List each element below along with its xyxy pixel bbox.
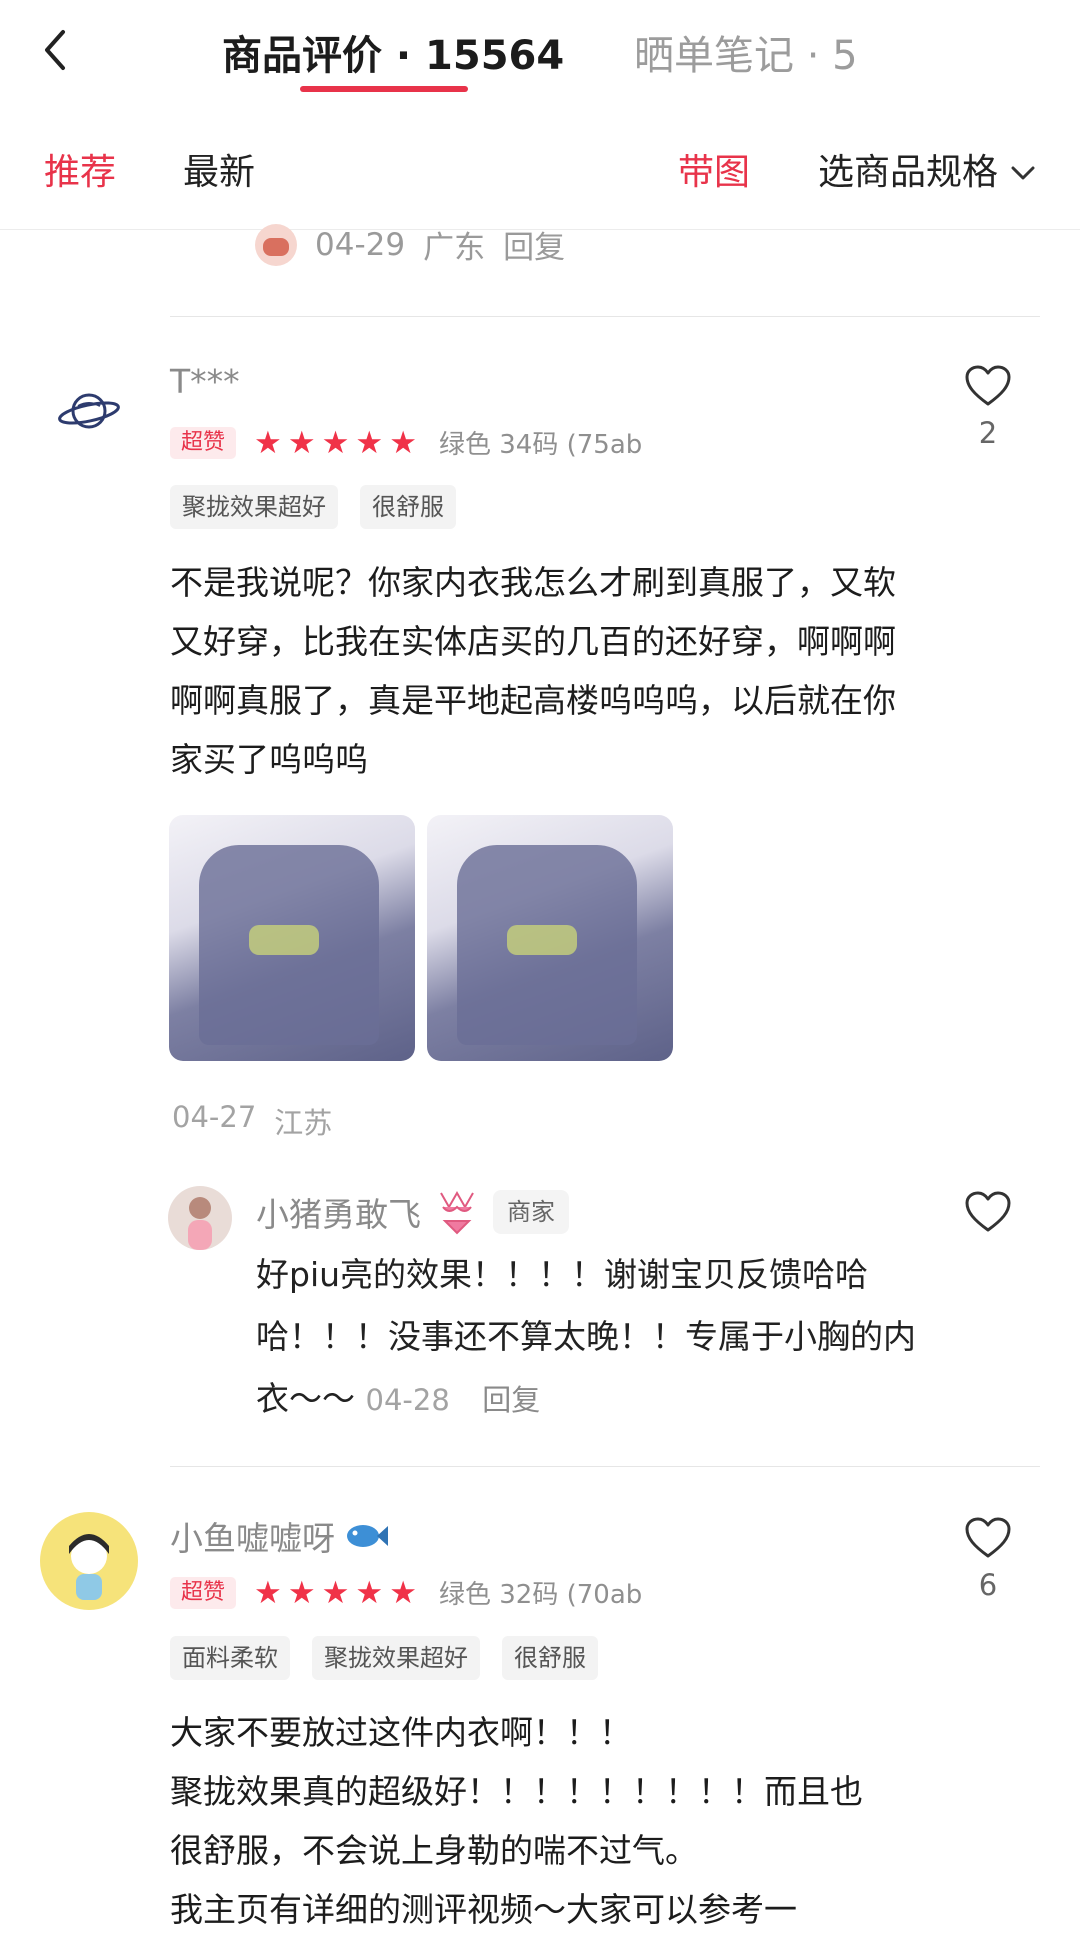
rating-row: 超赞 ★ ★ ★ ★ ★ 绿色 34码 (75ab [170, 424, 642, 461]
star-icon: ★ [254, 1574, 282, 1611]
review-tag: 聚拢效果超好 [170, 485, 338, 529]
review-date: 04-27 [172, 1100, 257, 1134]
avatar-image [69, 1534, 109, 1600]
tab-notes[interactable]: 晒单笔记 · 5 [634, 28, 858, 84]
like-count: 2 [978, 416, 998, 450]
like-count: 6 [978, 1568, 998, 1602]
rating-badge: 超赞 [170, 1576, 237, 1609]
reply-button[interactable]: 回复 [482, 1383, 540, 1417]
divider [170, 1466, 1040, 1467]
review-tags: 面料柔软 聚拢效果超好 很舒服 [170, 1636, 598, 1680]
review-text: 不是我说呢？你家内衣我怎么才刷到真服了，又软又好穿，比我在实体店买的几百的还好穿… [170, 563, 896, 779]
filter-with-pictures[interactable]: 带图 [678, 148, 750, 198]
chevron-down-icon [1011, 166, 1035, 180]
star-icon: ★ [321, 1574, 350, 1611]
heart-icon [965, 1517, 1011, 1558]
seller-avatar [168, 1186, 232, 1250]
star-icon: ★ [355, 1574, 384, 1611]
top-bar: 商品评价 · 15564 晒单笔记 · 5 [0, 0, 1080, 110]
active-tab-indicator [300, 86, 468, 92]
previous-reply-meta: 04-29 广东 回复 [255, 222, 565, 267]
review-tags: 聚拢效果超好 很舒服 [170, 485, 456, 529]
reply-date: 04-29 [315, 226, 406, 263]
star-icon: ★ [254, 424, 282, 461]
review-location: 江苏 [274, 1106, 333, 1140]
reviewer-name[interactable]: 小鱼嘘嘘呀 [170, 1512, 335, 1560]
review-photo[interactable] [427, 815, 673, 1061]
review-meta: 04-27 江苏 [172, 1100, 332, 1142]
review-tag: 很舒服 [360, 485, 456, 529]
reply-location: 广东 [423, 230, 486, 266]
heart-icon [965, 365, 1011, 406]
reviewer-name-row: 小鱼嘘嘘呀 [170, 1512, 389, 1560]
seller-reply-text: 好piu亮的效果！！！！谢谢宝贝反馈哈哈哈！！！没事还不算太晚！！专属于小胸的内… [256, 1244, 916, 1431]
filter-bar: 推荐 最新 带图 选商品规格 [0, 110, 1080, 230]
star-icon: ★ [321, 424, 350, 461]
like-button[interactable]: 2 [948, 364, 1028, 450]
review-photo[interactable] [169, 815, 415, 1061]
tab-reviews[interactable]: 商品评价 · 15564 [222, 28, 564, 84]
rating-badge: 超赞 [170, 426, 237, 459]
star-icon: ★ [287, 1574, 316, 1611]
seller-name[interactable]: 小猪勇敢飞 [256, 1188, 421, 1236]
avatar [40, 1512, 138, 1610]
filter-select-spec[interactable]: 选商品规格 [818, 148, 1036, 198]
photo-shape [249, 925, 319, 955]
review-tag: 面料柔软 [170, 1636, 290, 1680]
star-rating: ★ ★ ★ ★ ★ [254, 1576, 417, 1610]
rating-row: 超赞 ★ ★ ★ ★ ★ 绿色 32码 (70ab [170, 1574, 642, 1611]
seller-reply-date: 04-28 [365, 1383, 450, 1417]
star-rating: ★ ★ ★ ★ ★ [254, 426, 417, 460]
product-spec: 绿色 34码 (75ab [439, 430, 643, 460]
fish-icon [347, 1525, 388, 1547]
like-button[interactable]: 6 [948, 1516, 1028, 1602]
seller-name-row: 小猪勇敢飞 商家 [256, 1188, 569, 1236]
select-spec-label: 选商品规格 [818, 152, 999, 193]
avatar [56, 384, 122, 438]
heart-icon [965, 1191, 1011, 1232]
product-spec: 绿色 32码 (70ab [439, 1580, 643, 1610]
star-icon: ★ [389, 424, 417, 461]
star-icon: ★ [355, 424, 384, 461]
planet-icon [58, 393, 120, 429]
star-icon: ★ [389, 1574, 417, 1611]
seller-reply-body: 好piu亮的效果！！！！谢谢宝贝反馈哈哈哈！！！没事还不算太晚！！专属于小胸的内… [256, 1255, 916, 1418]
photo-shape [507, 925, 577, 955]
review-tag: 聚拢效果超好 [312, 1636, 480, 1680]
reply-button[interactable]: 回复 [503, 222, 565, 267]
filter-recommend[interactable]: 推荐 [44, 148, 116, 198]
back-button[interactable] [30, 22, 80, 78]
back-arrow-icon [45, 30, 65, 70]
review-tag: 很舒服 [502, 1636, 598, 1680]
bikini-icon [440, 1190, 474, 1235]
star-icon: ★ [287, 424, 316, 461]
seller-like-button[interactable] [948, 1190, 1028, 1234]
filter-latest[interactable]: 最新 [183, 148, 255, 198]
avatar [255, 223, 297, 266]
seller-avatar-image [188, 1197, 212, 1250]
reviewer-name[interactable]: T*** [170, 362, 240, 401]
divider [170, 316, 1040, 317]
seller-badge: 商家 [493, 1190, 569, 1234]
review-text: 大家不要放过这件内衣啊！！！ 聚拢效果真的超级好！！！！！！！！！而且也很舒服，… [170, 1713, 863, 1929]
